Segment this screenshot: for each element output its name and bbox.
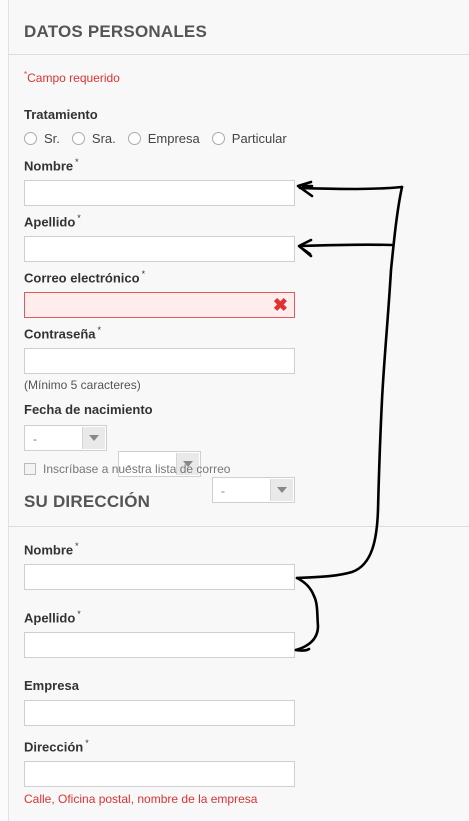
error-x-icon: ✖ <box>272 295 288 315</box>
required-asterisk: * <box>77 213 81 223</box>
email-input[interactable]: ✖ <box>24 292 295 318</box>
email-label: Correo electrónico * <box>24 269 145 285</box>
section-title-personal: DATOS PERSONALES <box>24 22 207 41</box>
required-asterisk: * <box>75 541 79 551</box>
birth-year-value: - <box>221 484 225 498</box>
chevron-down-icon[interactable] <box>270 479 293 501</box>
address-last-name-input[interactable] <box>24 632 295 658</box>
chevron-down-icon[interactable] <box>82 427 105 449</box>
required-asterisk: * <box>141 269 146 279</box>
birth-day-value: - <box>33 432 37 446</box>
street-address-label-text: Dirección <box>24 739 84 755</box>
radio-label-empresa: Empresa <box>147 131 200 146</box>
address-first-name-label: Nombre * <box>24 541 79 557</box>
radio-label-particular: Particular <box>231 131 287 146</box>
birth-day-select[interactable]: - <box>24 425 107 451</box>
radio-sra[interactable]: Sra. <box>71 131 116 146</box>
radio-circle[interactable] <box>127 132 141 145</box>
salutation-label: Tratamiento <box>24 107 98 122</box>
radio-circle[interactable] <box>24 132 37 145</box>
birth-year-select[interactable]: - <box>212 477 295 503</box>
required-asterisk: * <box>75 157 79 167</box>
required-note-text: Campo requerido <box>27 71 120 85</box>
salutation-radio-group: Sr. Sra. Empresa Particular <box>24 131 299 146</box>
email-label-text: Correo electrónico <box>24 270 140 286</box>
radio-particular[interactable]: Particular <box>211 131 287 146</box>
required-asterisk: * <box>77 609 81 619</box>
street-address-input[interactable] <box>24 761 295 787</box>
newsletter-checkbox[interactable] <box>24 463 36 475</box>
last-name-label-text: Apellido <box>24 214 76 230</box>
password-label: Contraseña * <box>24 325 101 341</box>
radio-sr[interactable]: Sr. <box>24 131 60 146</box>
section-divider <box>9 526 469 527</box>
radio-empresa[interactable]: Empresa <box>127 131 200 146</box>
password-input[interactable] <box>24 348 295 374</box>
first-name-input[interactable] <box>24 180 295 206</box>
last-name-input[interactable] <box>24 236 295 262</box>
section-divider <box>9 54 469 55</box>
address-first-name-label-text: Nombre <box>24 542 74 558</box>
newsletter-label: Inscríbase a nuestra lista de correo <box>43 462 231 476</box>
address-first-name-input[interactable] <box>24 564 295 590</box>
address-hint: Calle, Oficina postal, nombre de la empr… <box>24 792 258 806</box>
password-label-text: Contraseña <box>24 326 96 342</box>
required-asterisk: * <box>97 325 102 335</box>
birth-date-label: Fecha de nacimiento <box>24 402 153 417</box>
first-name-label: Nombre * <box>24 157 79 173</box>
section-title-address: SU DIRECCIÓN <box>24 492 151 511</box>
required-asterisk: * <box>85 738 89 748</box>
address-last-name-label-text: Apellido <box>24 610 76 626</box>
address-last-name-label: Apellido * <box>24 609 81 625</box>
company-label: Empresa <box>24 678 79 693</box>
radio-label-sr: Sr. <box>44 131 60 146</box>
radio-circle[interactable] <box>211 132 225 145</box>
newsletter-option[interactable]: Inscríbase a nuestra lista de correo <box>24 462 230 476</box>
first-name-label-text: Nombre <box>24 158 74 174</box>
company-input[interactable] <box>24 700 295 726</box>
radio-circle[interactable] <box>71 132 85 145</box>
required-note: *Campo requerido <box>24 70 120 85</box>
street-address-label: Dirección * <box>24 738 89 754</box>
password-hint: (Mínimo 5 caracteres) <box>24 378 141 392</box>
last-name-label: Apellido * <box>24 213 81 229</box>
radio-label-sra: Sra. <box>91 131 116 146</box>
